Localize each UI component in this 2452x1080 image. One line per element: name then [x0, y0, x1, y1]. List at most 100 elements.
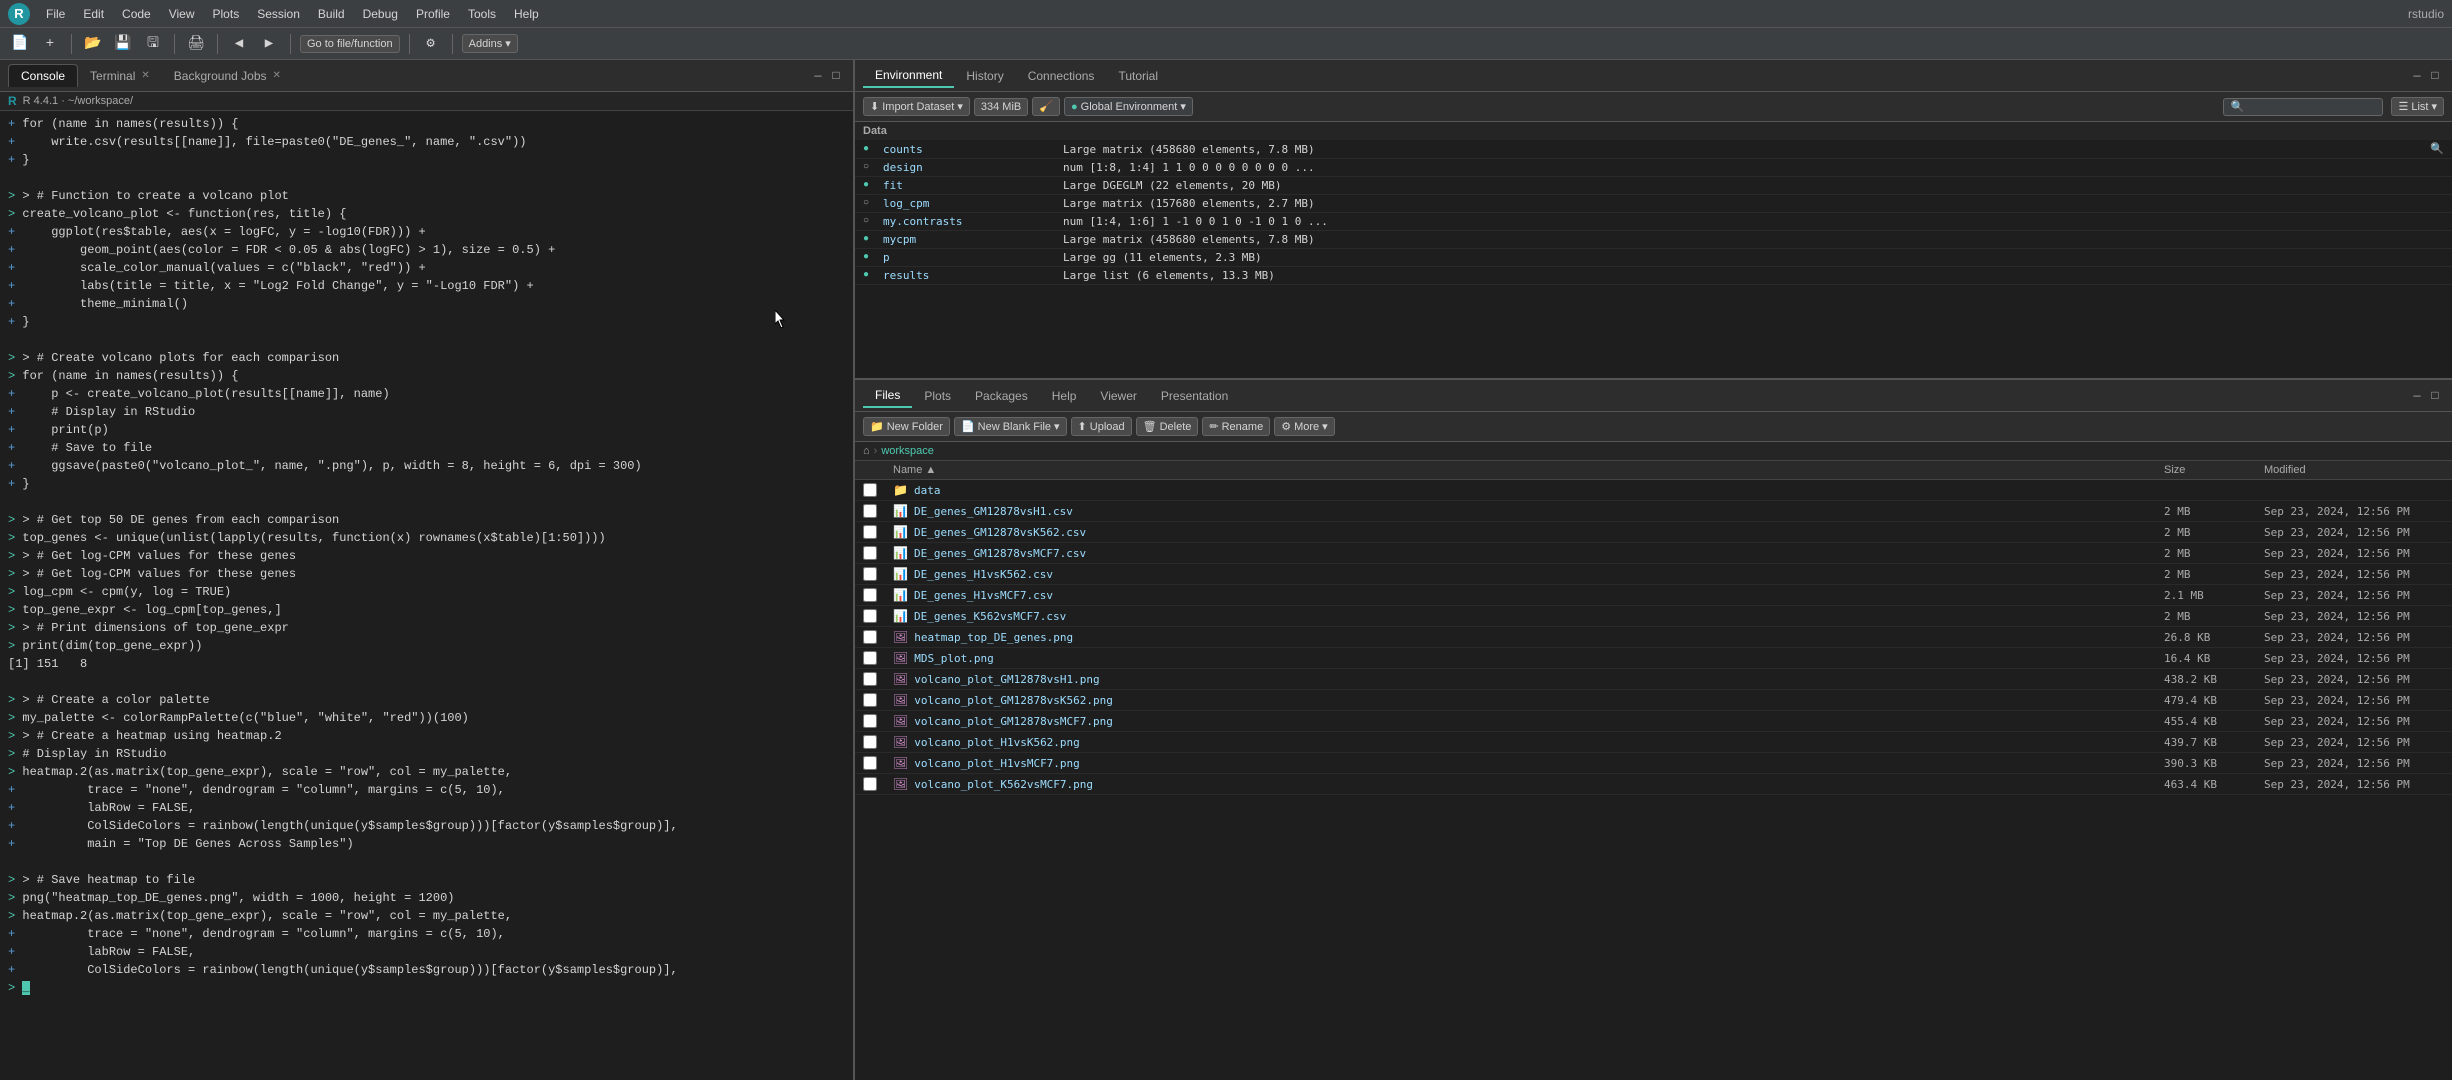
menu-edit[interactable]: Edit	[75, 5, 112, 23]
file-row[interactable]: 🖼volcano_plot_GM12878vsK562.png 479.4 KB…	[855, 690, 2452, 711]
size-header[interactable]: Size	[2164, 464, 2264, 476]
menu-profile[interactable]: Profile	[408, 5, 458, 23]
file-row[interactable]: 🖼MDS_plot.png 16.4 KB Sep 23, 2024, 12:5…	[855, 648, 2452, 669]
tab-viewer[interactable]: Viewer	[1088, 385, 1148, 407]
new-blank-file-btn[interactable]: 📄 New Blank File ▾	[954, 417, 1067, 436]
new-script-btn[interactable]: +	[38, 32, 62, 56]
file-checkbox[interactable]	[863, 567, 877, 581]
file-name[interactable]: 🖼volcano_plot_K562vsMCF7.png	[893, 777, 2164, 791]
file-row[interactable]: 📊DE_genes_K562vsMCF7.csv 2 MB Sep 23, 20…	[855, 606, 2452, 627]
tab-packages[interactable]: Packages	[963, 385, 1040, 407]
tab-presentation[interactable]: Presentation	[1149, 385, 1240, 407]
env-row[interactable]: ● mycpm Large matrix (458680 elements, 7…	[855, 231, 2452, 249]
menu-help[interactable]: Help	[506, 5, 547, 23]
open-file-btn[interactable]: 📂	[81, 32, 105, 56]
file-row[interactable]: 📊DE_genes_GM12878vsH1.csv 2 MB Sep 23, 2…	[855, 501, 2452, 522]
maximize-env-btn[interactable]: □	[2426, 67, 2444, 85]
file-name[interactable]: 📊DE_genes_H1vsMCF7.csv	[893, 588, 2164, 602]
file-name[interactable]: 📊DE_genes_GM12878vsH1.csv	[893, 504, 2164, 518]
file-checkbox[interactable]	[863, 756, 877, 770]
more-btn[interactable]: ⚙ More ▾	[1274, 417, 1334, 436]
file-row[interactable]: 🖼volcano_plot_GM12878vsH1.png 438.2 KB S…	[855, 669, 2452, 690]
env-zoom-btn[interactable]: 🔍	[2414, 142, 2444, 156]
file-name[interactable]: 📊DE_genes_K562vsMCF7.csv	[893, 609, 2164, 623]
file-checkbox[interactable]	[863, 777, 877, 791]
file-row[interactable]: 🖼volcano_plot_GM12878vsMCF7.png 455.4 KB…	[855, 711, 2452, 732]
tab-environment[interactable]: Environment	[863, 64, 954, 88]
file-checkbox[interactable]	[863, 630, 877, 644]
maximize-console-btn[interactable]: □	[827, 67, 845, 85]
file-name[interactable]: 🖼volcano_plot_H1vsK562.png	[893, 735, 2164, 749]
terminal-close-icon[interactable]: ✕	[141, 70, 149, 81]
tab-history[interactable]: History	[954, 65, 1015, 87]
save-btn[interactable]: 💾	[111, 32, 135, 56]
bg-jobs-close-icon[interactable]: ✕	[273, 70, 281, 81]
home-icon[interactable]: ⌂	[863, 445, 870, 457]
file-checkbox[interactable]	[863, 609, 877, 623]
file-checkbox[interactable]	[863, 651, 877, 665]
env-row[interactable]: ● p Large gg (11 elements, 2.3 MB)	[855, 249, 2452, 267]
minimize-env-btn[interactable]: —	[2408, 67, 2426, 85]
env-row[interactable]: ○ design num [1:8, 1:4] 1 1 0 0 0 0 0 0 …	[855, 159, 2452, 177]
tab-tutorial[interactable]: Tutorial	[1106, 65, 1170, 87]
tools-btn[interactable]: ⚙	[419, 32, 443, 56]
global-env-select[interactable]: ● Global Environment ▾	[1064, 97, 1193, 116]
menu-build[interactable]: Build	[310, 5, 353, 23]
rename-btn[interactable]: ✏ Rename	[1202, 417, 1270, 436]
file-name[interactable]: 🖼heatmap_top_DE_genes.png	[893, 630, 2164, 644]
file-checkbox[interactable]	[863, 483, 877, 497]
new-file-icon-btn[interactable]: 📄	[8, 32, 32, 56]
tab-console[interactable]: Console	[8, 64, 78, 87]
file-row[interactable]: 🖼volcano_plot_K562vsMCF7.png 463.4 KB Se…	[855, 774, 2452, 795]
new-folder-btn[interactable]: 📁 New Folder	[863, 417, 950, 436]
file-name[interactable]: 🖼volcano_plot_GM12878vsH1.png	[893, 672, 2164, 686]
console-prompt-line[interactable]: > _	[8, 979, 845, 997]
forward-btn[interactable]: ▶	[257, 32, 281, 56]
minimize-files-btn[interactable]: —	[2408, 387, 2426, 405]
file-row[interactable]: 🖼volcano_plot_H1vsK562.png 439.7 KB Sep …	[855, 732, 2452, 753]
name-header[interactable]: Name ▲	[893, 464, 2164, 476]
broom-btn[interactable]: 🧹	[1032, 97, 1060, 116]
workspace-breadcrumb[interactable]: workspace	[881, 445, 934, 457]
menu-tools[interactable]: Tools	[460, 5, 504, 23]
file-name[interactable]: 🖼volcano_plot_GM12878vsMCF7.png	[893, 714, 2164, 728]
tab-background-jobs[interactable]: Background Jobs ✕	[162, 65, 293, 87]
delete-btn[interactable]: 🗑 Delete	[1136, 417, 1199, 436]
tab-help[interactable]: Help	[1040, 385, 1089, 407]
env-row[interactable]: ○ log_cpm Large matrix (157680 elements,…	[855, 195, 2452, 213]
file-name[interactable]: 📁data	[893, 483, 2164, 497]
env-row[interactable]: ○ my.contrasts num [1:4, 1:6] 1 -1 0 0 1…	[855, 213, 2452, 231]
menu-debug[interactable]: Debug	[355, 5, 406, 23]
back-btn[interactable]: ◀	[227, 32, 251, 56]
print-btn[interactable]: 🖨	[184, 32, 208, 56]
tab-files[interactable]: Files	[863, 384, 912, 408]
file-row[interactable]: 🖼volcano_plot_H1vsMCF7.png 390.3 KB Sep …	[855, 753, 2452, 774]
file-name[interactable]: 📊DE_genes_H1vsK562.csv	[893, 567, 2164, 581]
env-row[interactable]: ● fit Large DGEGLM (22 elements, 20 MB)	[855, 177, 2452, 195]
menu-view[interactable]: View	[161, 5, 203, 23]
env-row[interactable]: ● counts Large matrix (458680 elements, …	[855, 140, 2452, 159]
file-checkbox[interactable]	[863, 546, 877, 560]
menu-code[interactable]: Code	[114, 5, 159, 23]
file-name[interactable]: 🖼volcano_plot_GM12878vsK562.png	[893, 693, 2164, 707]
file-checkbox[interactable]	[863, 525, 877, 539]
tab-terminal[interactable]: Terminal ✕	[78, 65, 162, 87]
menu-plots[interactable]: Plots	[205, 5, 248, 23]
memory-btn[interactable]: 334 MiB	[974, 98, 1028, 116]
upload-btn[interactable]: ⬆ Upload	[1071, 417, 1132, 436]
go-to-file-btn[interactable]: Go to file/function	[300, 35, 400, 53]
file-name[interactable]: 📊DE_genes_GM12878vsMCF7.csv	[893, 546, 2164, 560]
minimize-console-btn[interactable]: —	[809, 67, 827, 85]
file-checkbox[interactable]	[863, 672, 877, 686]
env-row[interactable]: ● results Large list (6 elements, 13.3 M…	[855, 267, 2452, 285]
menu-file[interactable]: File	[38, 5, 73, 23]
file-checkbox[interactable]	[863, 504, 877, 518]
save-all-btn[interactable]: 🖫	[141, 32, 165, 56]
tab-connections[interactable]: Connections	[1016, 65, 1107, 87]
modified-header[interactable]: Modified	[2264, 464, 2444, 476]
maximize-files-btn[interactable]: □	[2426, 387, 2444, 405]
import-dataset-btn[interactable]: ⬇ Import Dataset ▾	[863, 97, 970, 116]
file-row[interactable]: 📁data	[855, 480, 2452, 501]
file-row[interactable]: 🖼heatmap_top_DE_genes.png 26.8 KB Sep 23…	[855, 627, 2452, 648]
file-name[interactable]: 📊DE_genes_GM12878vsK562.csv	[893, 525, 2164, 539]
